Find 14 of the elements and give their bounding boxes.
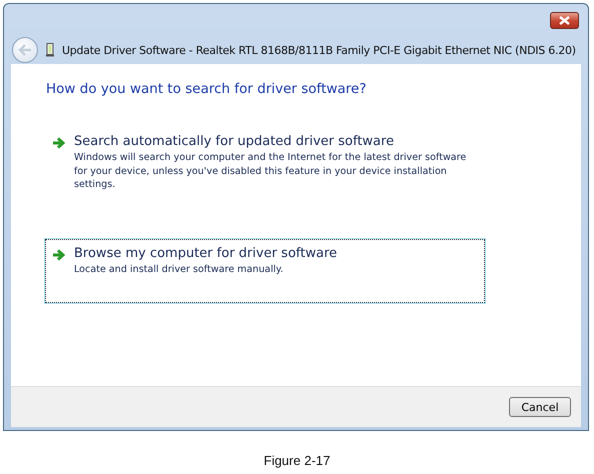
option-description: Windows will search your computer and the Internet for the latest driver software for your device, unless you've disabled this feature in your device installation settings. — [74, 151, 468, 192]
arrow-icon — [52, 248, 66, 260]
cancel-button[interactable]: Cancel — [509, 397, 571, 417]
arrow-icon — [52, 137, 66, 149]
figure-caption: Figure 2-17 — [264, 453, 330, 468]
back-arrow-icon — [18, 44, 32, 56]
close-button[interactable] — [550, 12, 579, 29]
option-link[interactable]: Search automatically for updated driver software Windows will search your computer and the Internet for the latest driver software for your device, unless you've disabled this feature in your device installation settings. — [45, 127, 485, 216]
close-icon — [559, 16, 570, 25]
network-adapter-icon — [46, 43, 54, 57]
option-link[interactable]: Browse my computer for driver software Locate and install driver software manually. — [45, 238, 485, 303]
page-heading: How do you want to search for driver software? — [46, 81, 368, 97]
window-title: Update Driver Software - Realtek RTL 8168B/8111B Family PCI-E Gigabit Ethernet NIC (NDIS 6.20) — [62, 44, 576, 56]
option-description: Locate and install driver software manually. — [74, 262, 284, 276]
